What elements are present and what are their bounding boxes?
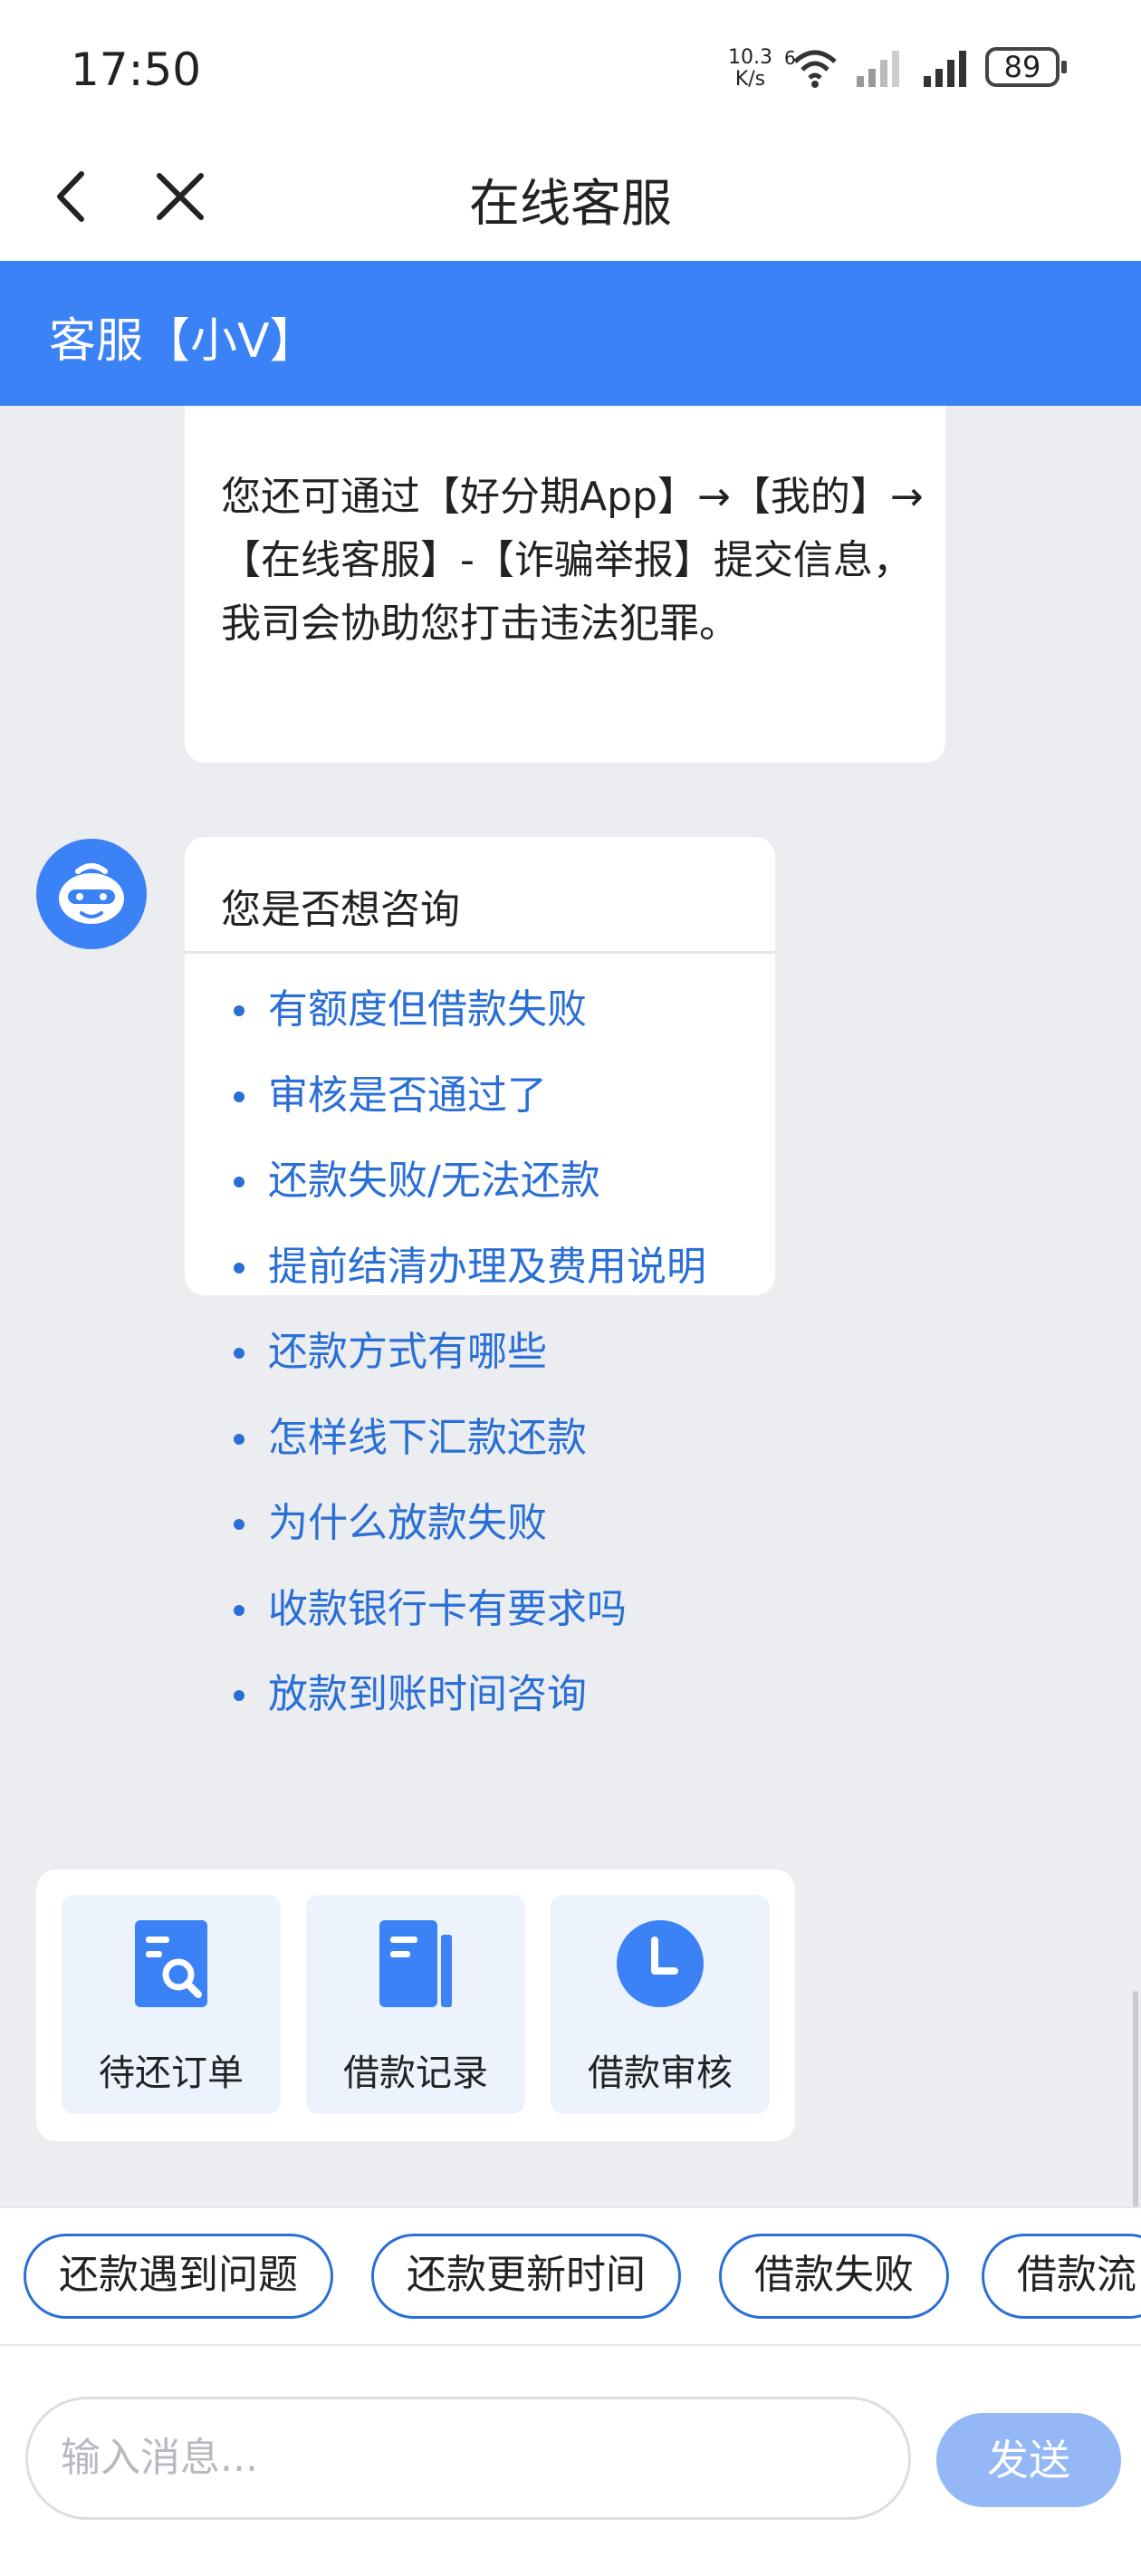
quick-action-label: 借款审核 xyxy=(588,2052,733,2094)
quick-actions-panel: 待还订单 借款记录 借款审核 xyxy=(36,1870,795,2141)
signal-strong-icon xyxy=(924,51,966,87)
nav-bar: 在线客服 xyxy=(0,136,1141,261)
suggestion-bubble: 您是否想咨询 有额度但借款失败 审核是否通过了 还款失败/无法还款 提前结清办理… xyxy=(185,837,775,1717)
divider xyxy=(185,951,775,954)
order-search-icon xyxy=(135,1920,207,2007)
close-icon[interactable] xyxy=(149,165,212,228)
input-bar: 输入消息... 发送 xyxy=(0,2344,1141,2576)
suggestion-link[interactable]: 还款方式有哪些 xyxy=(221,1310,706,1396)
chat-area[interactable]: 您还可通过【好分期App】→【我的】→【在线客服】-【诈骗举报】提交信息，我司会… xyxy=(0,406,1141,2206)
net-speed: 10.3 K/s xyxy=(728,47,772,91)
suggestion-link[interactable]: 放款到账时间咨询 xyxy=(221,1652,706,1738)
suggestion-link[interactable]: 收款银行卡有要求吗 xyxy=(221,1567,706,1653)
send-button[interactable]: 发送 xyxy=(936,2413,1121,2507)
clock-icon xyxy=(617,1920,704,2007)
net-speed-unit: K/s xyxy=(734,68,766,91)
robot-icon xyxy=(59,863,124,924)
wifi-icon xyxy=(793,50,837,88)
quick-action-label: 借款记录 xyxy=(343,2052,488,2094)
quick-reply-chip[interactable]: 借款失败 xyxy=(719,2234,949,2319)
suggestion-link[interactable]: 审核是否通过了 xyxy=(221,1053,706,1139)
suggestion-list: 有额度但借款失败 审核是否通过了 还款失败/无法还款 提前结清办理及费用说明 还… xyxy=(221,967,706,1738)
quick-action-loan-review[interactable]: 借款审核 xyxy=(551,1895,770,2114)
quick-action-pending-orders[interactable]: 待还订单 xyxy=(62,1895,281,2114)
quick-reply-bar: 还款遇到问题 还款更新时间 借款失败 借款流 xyxy=(0,2206,1141,2344)
quick-reply-chip[interactable]: 还款遇到问题 xyxy=(24,2234,333,2319)
suggestion-link[interactable]: 怎样线下汇款还款 xyxy=(221,1396,706,1482)
agent-header: 客服【小V】 xyxy=(0,261,1141,406)
quick-reply-chip[interactable]: 借款流 xyxy=(982,2234,1141,2319)
net-speed-value: 10.3 xyxy=(728,46,772,69)
status-bar: 17:50 10.3 K/s 6 89 xyxy=(0,0,1141,136)
suggestion-link[interactable]: 有额度但借款失败 xyxy=(221,967,706,1053)
battery-indicator: 89 xyxy=(985,47,1067,87)
suggestion-link[interactable]: 还款失败/无法还款 xyxy=(221,1139,706,1225)
quick-reply-chip[interactable]: 还款更新时间 xyxy=(371,2234,681,2319)
suggestion-title: 您是否想咨询 xyxy=(221,887,460,933)
suggestion-link[interactable]: 提前结清办理及费用说明 xyxy=(221,1225,706,1311)
back-icon[interactable] xyxy=(42,165,105,228)
message-input[interactable]: 输入消息... xyxy=(25,2397,911,2520)
quick-action-label: 待还订单 xyxy=(99,2052,244,2094)
message-bubble: 您还可通过【好分期App】→【我的】→【在线客服】-【诈骗举报】提交信息，我司会… xyxy=(185,406,945,763)
agent-name: 客服【小V】 xyxy=(49,314,317,369)
status-time: 17:50 xyxy=(71,43,202,96)
scrollbar[interactable] xyxy=(1133,1991,1138,2208)
suggestion-link[interactable]: 为什么放款失败 xyxy=(221,1481,706,1567)
message-text: 您还可通过【好分期App】→【我的】→【在线客服】-【诈骗举报】提交信息，我司会… xyxy=(221,474,924,647)
record-book-icon xyxy=(379,1920,452,2007)
agent-avatar xyxy=(36,839,147,949)
signal-weak-icon xyxy=(857,51,899,87)
quick-action-loan-records[interactable]: 借款记录 xyxy=(306,1895,525,2114)
